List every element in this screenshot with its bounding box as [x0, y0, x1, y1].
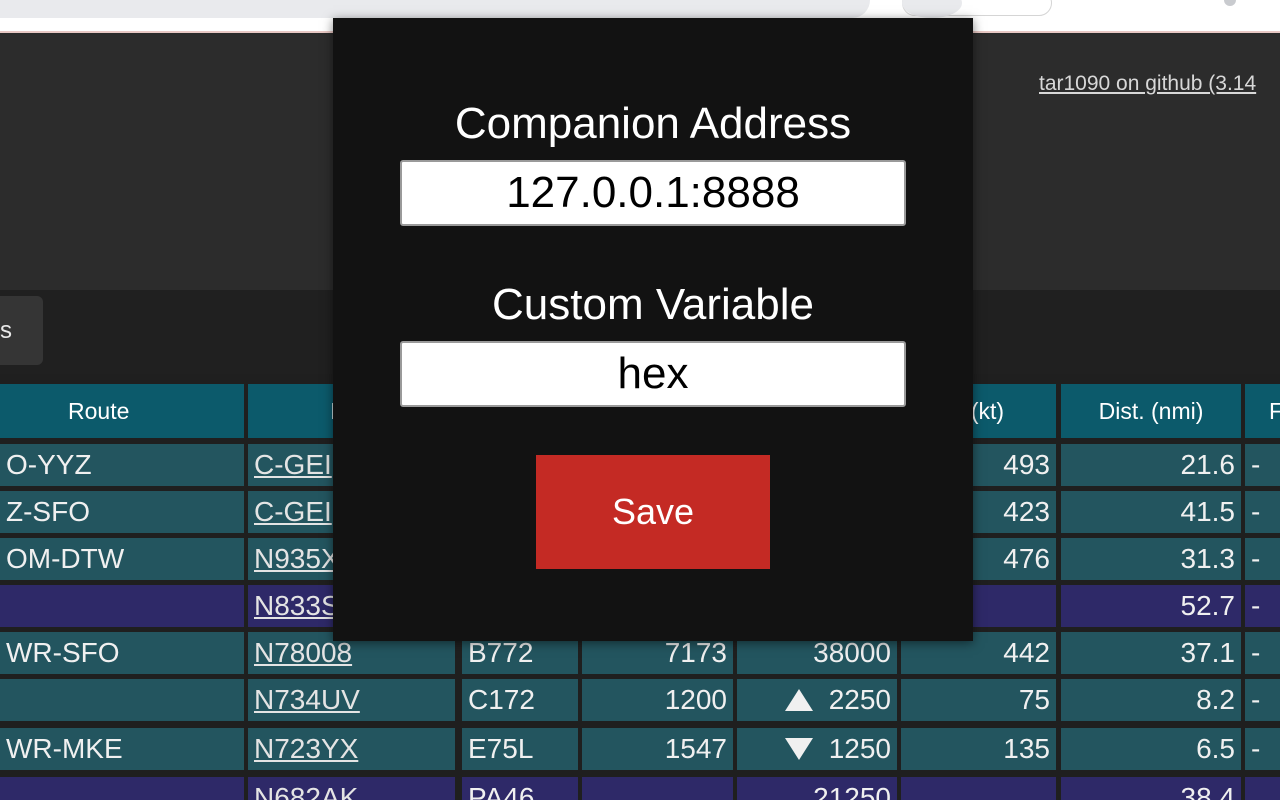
cell-next: - — [1245, 585, 1280, 627]
registration-link[interactable]: N833S — [254, 592, 340, 620]
registration-link[interactable]: N935X — [254, 545, 340, 573]
speed-value: 493 — [1003, 449, 1050, 480]
altitude-value: 38000 — [813, 637, 891, 668]
next-value: - — [1251, 590, 1261, 621]
dist-value: 8.2 — [1196, 684, 1235, 715]
companion-address-label: Companion Address — [454, 99, 852, 148]
type-value: PA46 — [468, 782, 535, 800]
cell-next: - — [1245, 679, 1280, 721]
dist-value: 52.7 — [1180, 590, 1236, 621]
cell-dist: 31.3 — [1061, 538, 1241, 580]
cell-squawk: 1547 — [582, 728, 733, 770]
next-value: - — [1251, 543, 1261, 574]
cell-dist: 8.2 — [1061, 679, 1241, 721]
cell-route: WR-MKE — [0, 728, 244, 770]
next-value: - — [1251, 684, 1261, 715]
cell-next: - — [1245, 491, 1280, 533]
cell-alt: 1250 — [737, 728, 897, 770]
dist-value: 31.3 — [1180, 543, 1236, 574]
next-value: - — [1251, 449, 1261, 480]
next-value: - — [1251, 733, 1261, 764]
speed-value: 476 — [1003, 543, 1050, 574]
altitude-value: 21250 — [813, 782, 891, 800]
type-value: C172 — [468, 684, 535, 715]
speed-value: 423 — [1003, 496, 1050, 527]
speed-value: 442 — [1003, 637, 1050, 668]
cell-route: O-YYZ — [0, 444, 244, 486]
column-header-route[interactable]: Route — [0, 384, 244, 438]
cell-type: PA46 — [462, 777, 578, 800]
cell-next: - — [1245, 538, 1280, 580]
cell-route — [0, 585, 244, 627]
route-value: O-YYZ — [6, 449, 92, 480]
cell-squawk: 1200 — [582, 679, 733, 721]
cell-dist: 41.5 — [1061, 491, 1241, 533]
squawk-value: 1547 — [664, 733, 727, 764]
squawk-value: 7173 — [664, 637, 727, 668]
route-value: Z-SFO — [6, 496, 90, 527]
cell-route: WR-SFO — [0, 632, 244, 674]
cell-type: E75L — [462, 728, 578, 770]
type-value: E75L — [468, 733, 534, 764]
registration-link[interactable]: N682AK — [254, 784, 358, 800]
descending-arrow-icon — [784, 738, 813, 760]
cell-next — [1245, 777, 1280, 800]
column-header-next[interactable]: F — [1245, 384, 1280, 438]
custom-variable-label: Custom Variable — [492, 280, 814, 329]
save-button[interactable]: Save — [536, 455, 770, 569]
custom-variable-input[interactable] — [400, 341, 906, 407]
toolbar-tab-label: s — [0, 317, 12, 344]
settings-dialog: Companion Address Custom Variable Save — [333, 18, 973, 641]
registration-link[interactable]: N734UV — [254, 686, 360, 714]
speed-value: 75 — [1018, 684, 1050, 715]
companion-address-input[interactable] — [400, 160, 906, 226]
climbing-arrow-icon — [784, 689, 813, 711]
route-value: WR-SFO — [6, 637, 120, 668]
cell-dist: 37.1 — [1061, 632, 1241, 674]
cell-dist: 21.6 — [1061, 444, 1241, 486]
cell-squawk — [582, 777, 733, 800]
dist-value: 6.5 — [1196, 733, 1235, 764]
extension-icon[interactable] — [1224, 0, 1236, 6]
cell-next: - — [1245, 728, 1280, 770]
column-header-distance[interactable]: Dist. (nmi) — [1061, 384, 1241, 438]
cell-route — [0, 679, 244, 721]
cell-dist: 52.7 — [1061, 585, 1241, 627]
route-value: WR-MKE — [6, 733, 123, 764]
cell-speed: 75 — [901, 679, 1056, 721]
next-value: - — [1251, 637, 1261, 668]
altitude-value: 1250 — [828, 733, 891, 764]
registration-link[interactable]: C-GEI — [254, 451, 332, 479]
cell-route: OM-DTW — [0, 538, 244, 580]
next-value: - — [1251, 496, 1261, 527]
cell-next: - — [1245, 632, 1280, 674]
cell-route: Z-SFO — [0, 491, 244, 533]
cell-next: - — [1245, 444, 1280, 486]
cell-dist: 6.5 — [1061, 728, 1241, 770]
cell-reg[interactable]: N734UV — [248, 679, 455, 721]
cell-route — [0, 777, 244, 800]
cell-alt: 21250 — [737, 777, 897, 800]
cell-reg[interactable]: N723YX — [248, 728, 455, 770]
github-link[interactable]: tar1090 on github (3.14 — [1039, 72, 1256, 96]
altitude-value: 2250 — [828, 684, 891, 715]
dist-value: 37.1 — [1180, 637, 1236, 668]
cell-type: C172 — [462, 679, 578, 721]
route-value: OM-DTW — [6, 543, 125, 574]
squawk-value: 1200 — [664, 684, 727, 715]
cell-speed — [901, 777, 1056, 800]
cell-dist: 38.4 — [1061, 777, 1241, 800]
registration-link[interactable]: N723YX — [254, 735, 358, 763]
cell-speed: 135 — [901, 728, 1056, 770]
registration-link[interactable]: C-GEI — [254, 498, 332, 526]
registration-link[interactable]: N78008 — [254, 639, 352, 667]
cell-alt: 2250 — [737, 679, 897, 721]
type-value: B772 — [468, 637, 534, 668]
dist-value: 38.4 — [1180, 782, 1236, 800]
address-bar[interactable] — [0, 0, 870, 18]
dist-value: 41.5 — [1180, 496, 1236, 527]
speed-value: 135 — [1003, 733, 1050, 764]
dist-value: 21.6 — [1180, 449, 1236, 480]
cell-reg[interactable]: N682AK — [248, 777, 455, 800]
